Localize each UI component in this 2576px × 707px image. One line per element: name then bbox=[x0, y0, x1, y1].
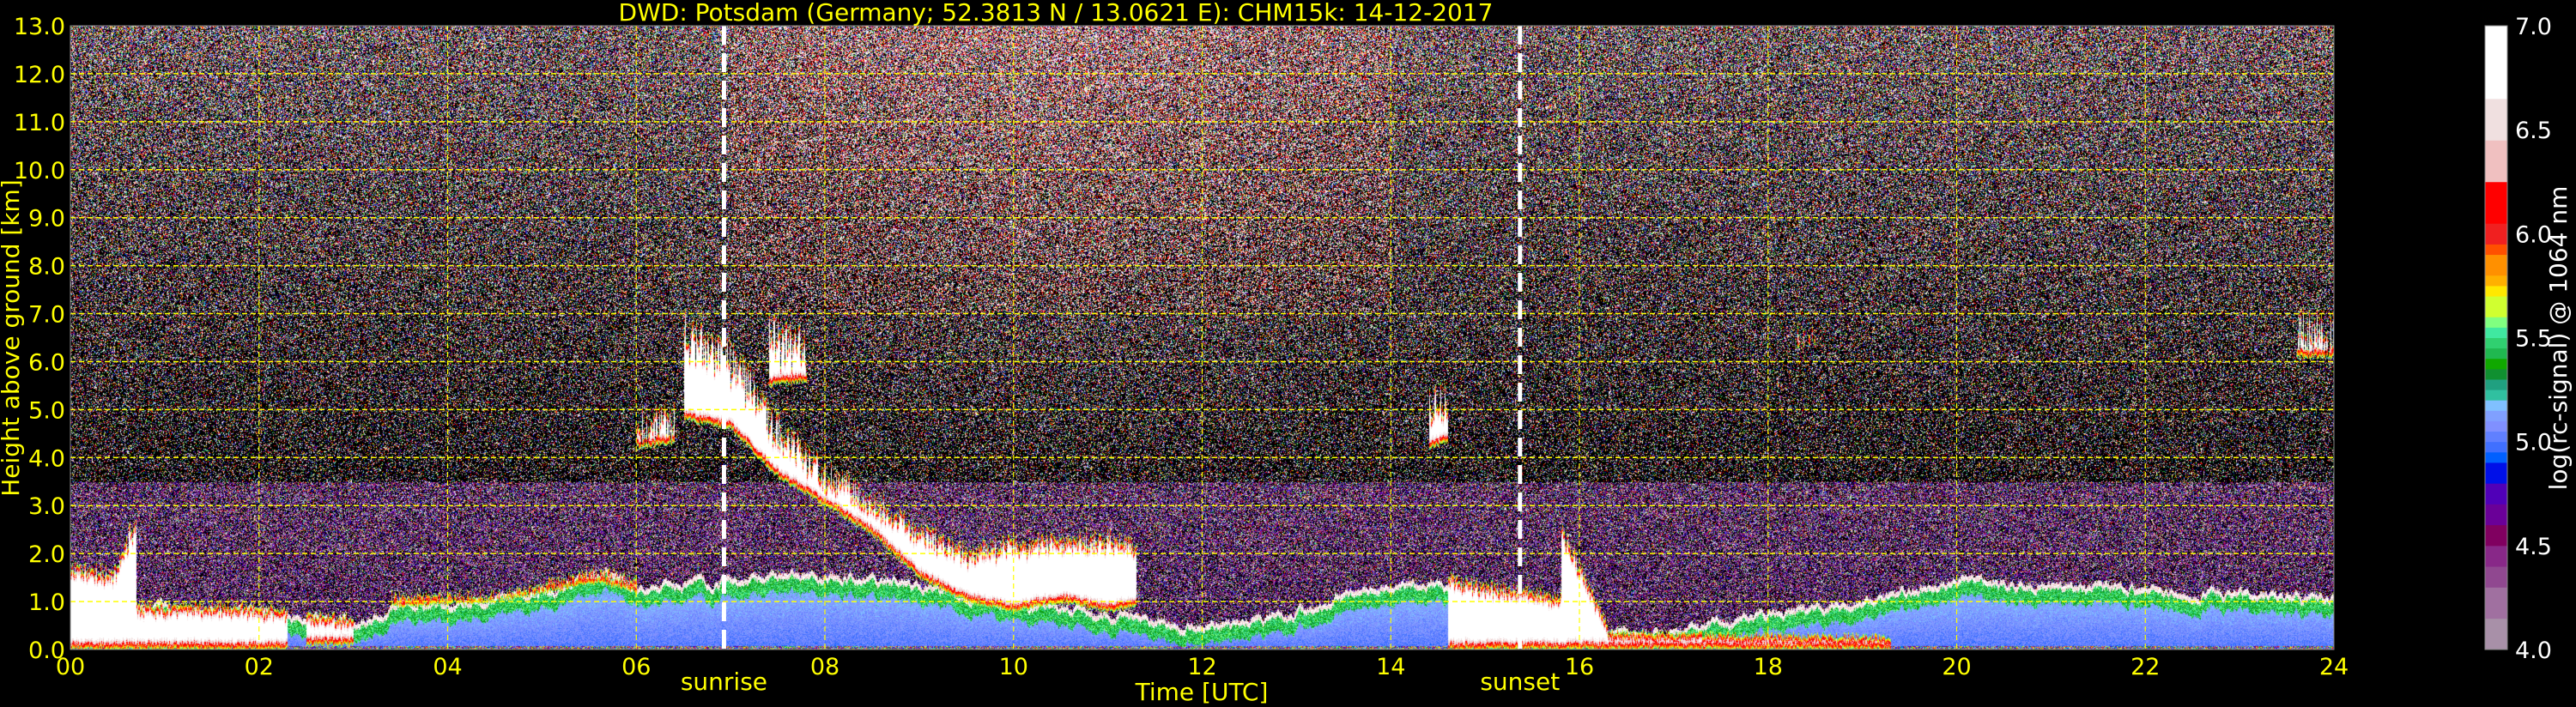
colorbar-swatch bbox=[2485, 524, 2507, 547]
x-tick-label: 12 bbox=[1187, 654, 1216, 680]
y-tick-label: 5.0 bbox=[28, 397, 65, 424]
x-tick-label: 08 bbox=[810, 654, 839, 680]
y-tick-label: 12.0 bbox=[14, 62, 65, 88]
colorbar-tick-label: 7.0 bbox=[2515, 14, 2552, 40]
colorbar-swatch bbox=[2485, 26, 2507, 100]
x-tick-label: 22 bbox=[2131, 654, 2160, 680]
colorbar-swatch bbox=[2485, 483, 2507, 505]
colorbar-swatch bbox=[2485, 390, 2507, 401]
x-tick-label: 18 bbox=[1754, 654, 1783, 680]
colorbar-swatch bbox=[2485, 451, 2507, 463]
colorbar-swatch bbox=[2485, 566, 2507, 588]
x-tick-label: 10 bbox=[999, 654, 1028, 680]
x-tick-label: 20 bbox=[1942, 654, 1971, 680]
colorbar-swatch bbox=[2485, 140, 2507, 183]
colorbar-swatch bbox=[2485, 181, 2507, 224]
x-tick-label: 14 bbox=[1376, 654, 1405, 680]
x-tick-label: 00 bbox=[56, 654, 85, 680]
colorbar-swatch bbox=[2485, 358, 2507, 370]
x-tick-label: 06 bbox=[621, 654, 651, 680]
colorbar-swatch bbox=[2485, 368, 2507, 380]
y-axis-label: Height above ground [km] bbox=[0, 179, 25, 497]
x-tick-label: 24 bbox=[2319, 654, 2349, 680]
y-tick-label: 10.0 bbox=[14, 158, 65, 184]
colorbar-swatch bbox=[2485, 223, 2507, 245]
sun-markers bbox=[721, 26, 1523, 650]
colorbar-swatch bbox=[2485, 504, 2507, 526]
colorbar-swatch bbox=[2485, 441, 2507, 453]
colorbar-swatch bbox=[2485, 420, 2507, 432]
colorbar bbox=[2484, 25, 2508, 650]
y-tick-label: 4.0 bbox=[28, 445, 65, 472]
x-tick-label: 02 bbox=[245, 654, 274, 680]
colorbar-swatch bbox=[2485, 275, 2507, 287]
y-tick-label: 6.0 bbox=[28, 349, 65, 376]
colorbar-swatch bbox=[2485, 327, 2507, 338]
x-tick-label: 04 bbox=[433, 654, 462, 680]
colorbar-swatch bbox=[2485, 545, 2507, 567]
colorbar-swatch bbox=[2485, 98, 2507, 141]
colorbar-swatch bbox=[2485, 296, 2507, 317]
colorbar-swatch bbox=[2485, 347, 2507, 360]
colorbar-swatch bbox=[2485, 618, 2507, 650]
y-tick-label: 7.0 bbox=[28, 302, 65, 329]
y-tick-label: 8.0 bbox=[28, 254, 65, 281]
colorbar-swatch bbox=[2485, 462, 2507, 484]
colorbar-swatch bbox=[2485, 431, 2507, 443]
y-tick-label: 9.0 bbox=[28, 206, 65, 233]
colorbar-label: log(rc-signal) @ 1064 nm bbox=[2544, 186, 2573, 491]
colorbar-swatch bbox=[2485, 317, 2507, 328]
colorbar-swatch bbox=[2485, 587, 2507, 619]
colorbar-swatch bbox=[2485, 410, 2507, 421]
colorbar-swatch bbox=[2485, 337, 2507, 349]
colorbar-tick-label: 4.0 bbox=[2515, 638, 2552, 664]
y-tick-label: 11.0 bbox=[14, 110, 65, 136]
x-tick-label: 16 bbox=[1565, 654, 1594, 680]
x-axis-label: Time [UTC] bbox=[1135, 678, 1269, 706]
y-tick-label: 1.0 bbox=[28, 589, 65, 616]
x-tick-labels: 00 02 04 06 08 10 12 14 16 18 20 22 24 bbox=[56, 654, 2349, 680]
colorbar-swatch bbox=[2485, 254, 2507, 276]
sunset-label: sunset bbox=[1480, 668, 1560, 696]
colorbar-tick-label: 6.5 bbox=[2515, 118, 2552, 144]
chart-overlay: DWD: Potsdam (Germany; 52.3813 N / 13.06… bbox=[0, 0, 2573, 706]
colorbar-tick-label: 4.5 bbox=[2515, 534, 2552, 560]
colorbar-swatch bbox=[2485, 285, 2507, 297]
colorbar-swatch bbox=[2485, 244, 2507, 256]
grid-lines bbox=[70, 26, 2334, 650]
sunrise-label: sunrise bbox=[681, 668, 767, 696]
y-tick-label: 3.0 bbox=[28, 493, 65, 520]
colorbar-swatch bbox=[2485, 400, 2507, 411]
chart-title: DWD: Potsdam (Germany; 52.3813 N / 13.06… bbox=[619, 0, 1494, 27]
y-tick-label: 13.0 bbox=[14, 14, 65, 40]
y-tick-label: 2.0 bbox=[28, 541, 65, 568]
colorbar-swatch bbox=[2485, 378, 2507, 390]
